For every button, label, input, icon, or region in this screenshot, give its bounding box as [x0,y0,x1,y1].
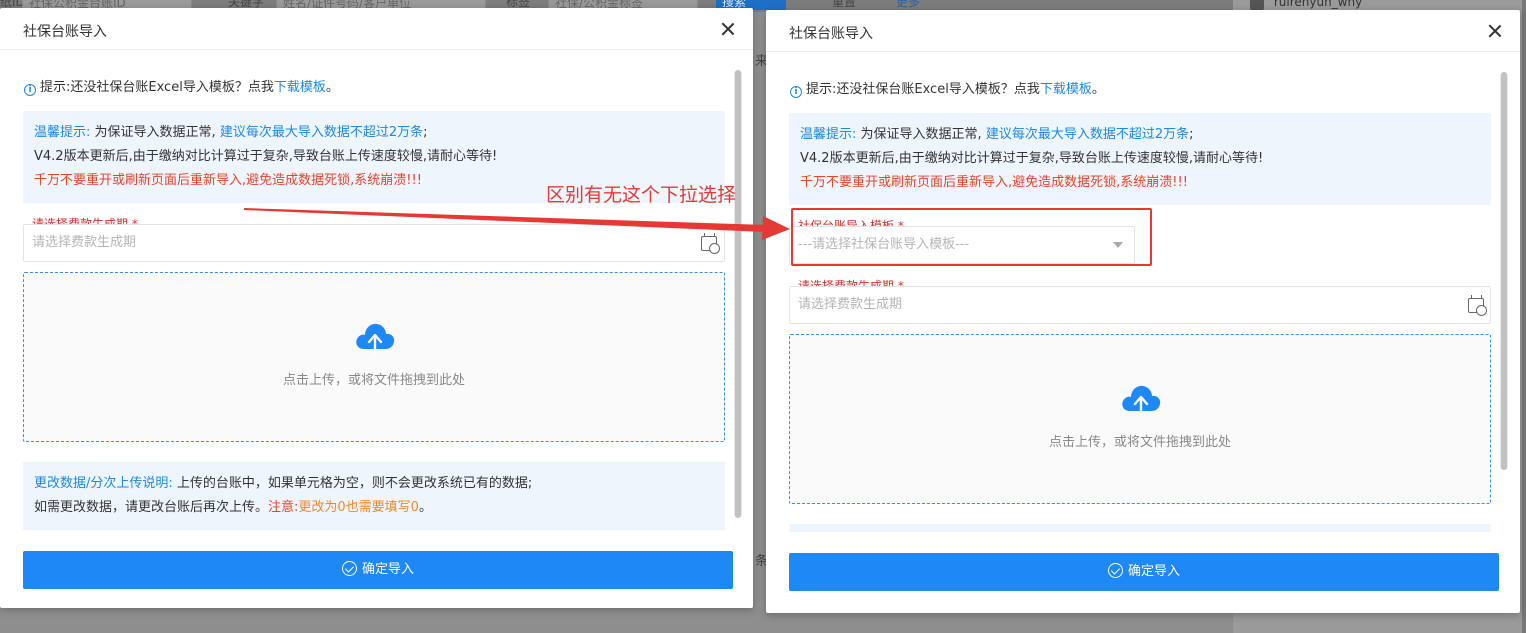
info-icon: i [24,84,36,96]
check-circle-icon [1107,563,1123,578]
notice-line: 温馨提示: 为保证导入数据正常, 建议每次最大导入数据不超过2万条; [800,123,1480,147]
tip-suffix: 。 [325,80,339,95]
notice-line: V4.2版本更新后,由于缴纳对比计算过于复杂,导致台账上传速度较慢,请耐心等待! [800,151,1264,166]
download-template-link[interactable]: 下载模板 [1040,82,1092,97]
dialog-title: 社保台账导入 [23,24,107,40]
scrollbar[interactable] [734,70,742,518]
bg-username: ruirenyun_why [1273,0,1363,9]
upload-text: 点击上传，或将文件拖拽到此处 [1048,435,1231,450]
chevron-down-icon[interactable] [1113,242,1123,248]
screen: 纸ID 社保公积金台账ID 关键字 姓名/证件号码/客户单位 标签 社保/公积金… [0,0,1526,633]
info-icon: i [790,86,802,98]
import-dialog-left: 社保台账导入 i 提示:还没社保台账Excel导入模板？点我下载模板。 温馨提示:… [0,8,753,608]
desc-note: 更改为0也需要填写0 [298,500,419,515]
desc-note-label: 注意: [268,500,299,515]
desc-line: 更改数据/分次上传说明: 上传的台账中，如果单元格为空，则不会更改系统已有的数据… [34,472,714,496]
confirm-import-label: 确定导入 [1127,564,1180,579]
date-field[interactable]: 请选择费款生成期 [789,286,1491,324]
annotation-text: 区别有无这个下拉选择 [546,184,737,206]
notice-text: ; [423,125,428,140]
scrollbar-thumb[interactable] [1501,72,1507,470]
calendar-icon[interactable] [701,233,720,254]
desc-line: 如需更改数据，请更改台账后再次上传。注意:更改为0也需要填写0。 [34,496,714,520]
notice-line: V4.2版本更新后,由于缴纳对比计算过于复杂,导致台账上传速度较慢,请耐心等待! [34,149,498,164]
upload-cloud-icon [356,323,395,355]
desc-title: 更改数据/分次上传说明: [34,476,173,491]
template-tip: i 提示:还没社保台账Excel导入模板？点我下载模板。 [24,76,339,96]
check-circle-icon [341,561,357,576]
confirm-import-label: 确定导入 [361,562,414,577]
calendar-icon[interactable] [1468,295,1487,316]
notice-text: ; [1189,127,1194,142]
notice-title: 温馨提示: [34,125,91,140]
template-tip: i 提示:还没社保台账Excel导入模板？点我下载模板。 [790,78,1105,98]
dialog-header: 社保台账导入 [766,10,1520,52]
bg-user: ruirenyun_why [1250,0,1362,10]
warm-notice: 温馨提示: 为保证导入数据正常, 建议每次最大导入数据不超过2万条; V4.2版… [789,113,1491,205]
desc-text: 。 [418,500,432,515]
date-field[interactable]: 请选择费款生成期 [23,224,725,262]
import-dialog-right: 社保台账导入 i 提示:还没社保台账Excel导入模板？点我下载模板。 温馨提示:… [766,10,1520,613]
update-description: 更改数据/分次上传说明: 上传的台账中，如果单元格为空，则不会更改系统已有的数据… [23,462,725,530]
scrollbar-thumb[interactable] [735,70,741,518]
upload-dropzone[interactable]: 点击上传，或将文件拖拽到此处 [789,334,1491,504]
upload-text: 点击上传，或将文件拖拽到此处 [282,373,465,388]
desc-text: 如需更改数据，请更改台账后再次上传。 [34,500,269,515]
desc-text: 上传的台账中，如果单元格为空，则不会更改系统已有的数据; [176,476,533,491]
bg-reset-button[interactable]: 重置 [826,0,862,10]
tip-text: 提示:还没社保台账Excel导入模板？点我 [806,82,1040,97]
notice-text: 为保证导入数据正常, [860,127,982,142]
notice-title: 温馨提示: [800,127,857,142]
background-right-strip [1522,0,1526,633]
confirm-import-button[interactable]: 确定导入 [789,553,1499,591]
bg-more-link[interactable]: 更多 [890,0,926,10]
notice-warning: 千万不要重开或刷新页面后重新导入,避免造成数据死锁,系统崩溃!!! [800,175,1188,190]
dialog-title: 社保台账导入 [789,26,873,42]
confirm-import-button[interactable]: 确定导入 [23,551,733,589]
close-icon[interactable] [1486,22,1504,40]
update-description-clipped [789,524,1491,532]
avatar [1250,0,1264,10]
upload-cloud-icon [1122,385,1161,417]
template-select[interactable]: ---请选择社保台账导入模板--- [789,226,1135,264]
notice-highlight: 建议每次最大导入数据不超过2万条 [219,125,424,140]
dialog-header: 社保台账导入 [0,8,753,50]
tip-suffix: 。 [1091,82,1105,97]
close-icon[interactable] [719,20,737,38]
tip-text: 提示:还没社保台账Excel导入模板？点我 [40,80,274,95]
notice-highlight: 建议每次最大导入数据不超过2万条 [985,127,1190,142]
notice-line: 温馨提示: 为保证导入数据正常, 建议每次最大导入数据不超过2万条; [34,121,714,145]
download-template-link[interactable]: 下载模板 [274,80,326,95]
upload-dropzone[interactable]: 点击上传，或将文件拖拽到此处 [23,272,725,442]
notice-text: 为保证导入数据正常, [94,125,216,140]
scrollbar[interactable] [1500,72,1508,470]
